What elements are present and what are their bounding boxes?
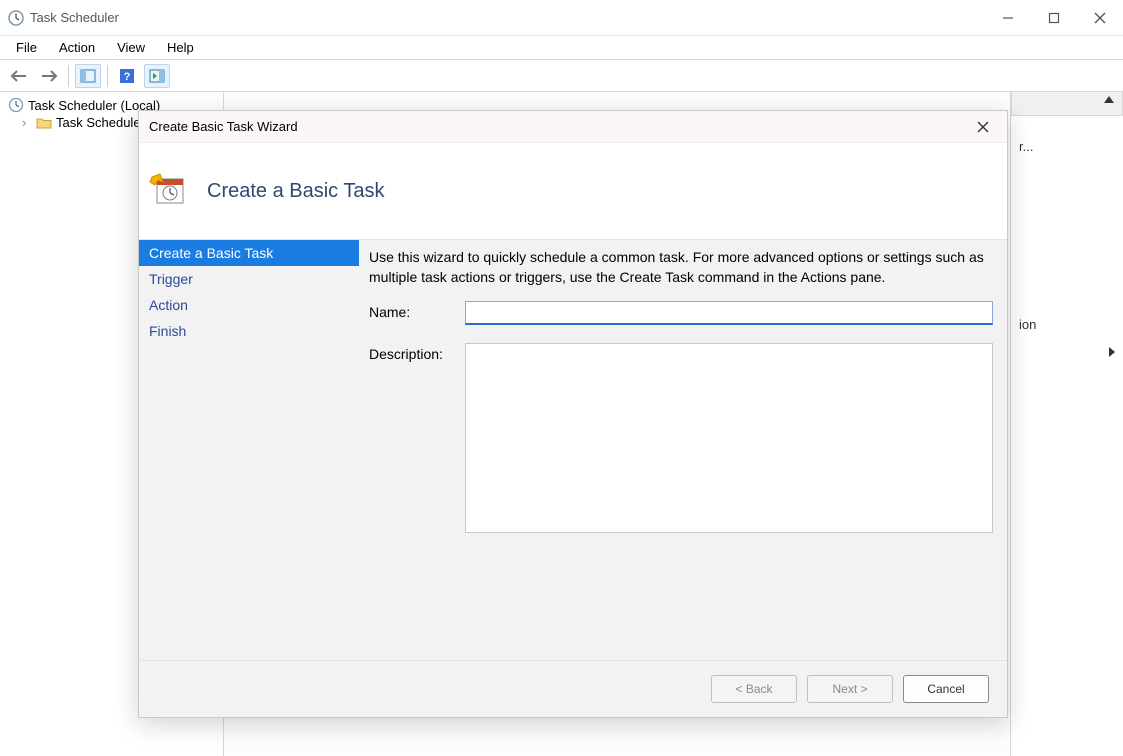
create-basic-task-wizard: Create Basic Task Wizard Create a Basic … <box>138 110 1008 718</box>
wizard-content: Use this wizard to quickly schedule a co… <box>359 240 1007 660</box>
wizard-body: Create a Basic Task Trigger Action Finis… <box>139 239 1007 661</box>
menu-bar: File Action View Help <box>0 36 1123 60</box>
wizard-intro-text: Use this wizard to quickly schedule a co… <box>369 248 993 287</box>
menu-view[interactable]: View <box>107 38 155 57</box>
wizard-header: Create a Basic Task <box>139 143 1007 239</box>
toolbar-separator <box>68 65 69 87</box>
wizard-footer: < Back Next > Cancel <box>139 661 1007 717</box>
svg-text:?: ? <box>124 71 131 83</box>
toggle-tree-button[interactable] <box>75 64 101 88</box>
toolbar: ? <box>0 60 1123 92</box>
actions-pane: r... ion <box>1011 92 1123 756</box>
wizard-close-button[interactable] <box>969 115 997 139</box>
scroll-up-icon[interactable] <box>1104 96 1114 103</box>
toolbar-separator <box>107 65 108 87</box>
wizard-title: Create Basic Task Wizard <box>149 119 298 134</box>
close-button[interactable] <box>1077 0 1123 36</box>
clock-icon <box>8 97 24 113</box>
step-create-basic-task[interactable]: Create a Basic Task <box>139 240 359 266</box>
actions-pane-header <box>1011 92 1123 116</box>
folder-icon <box>36 116 52 130</box>
step-trigger[interactable]: Trigger <box>139 266 359 292</box>
name-label: Name: <box>369 301 449 325</box>
cancel-button[interactable]: Cancel <box>903 675 989 703</box>
menu-help[interactable]: Help <box>157 38 204 57</box>
window-controls <box>985 0 1123 36</box>
wizard-icon <box>149 173 189 209</box>
menu-file[interactable]: File <box>6 38 47 57</box>
toggle-actions-button[interactable] <box>144 64 170 88</box>
task-name-input[interactable] <box>465 301 993 325</box>
help-button[interactable]: ? <box>114 64 140 88</box>
wizard-titlebar[interactable]: Create Basic Task Wizard <box>139 111 1007 143</box>
step-action[interactable]: Action <box>139 292 359 318</box>
actions-item[interactable]: r... <box>1019 132 1115 160</box>
actions-item[interactable]: ion <box>1019 310 1115 338</box>
task-description-input[interactable] <box>465 343 993 533</box>
chevron-right-icon <box>1109 347 1115 357</box>
chevron-right-icon: › <box>22 115 32 130</box>
wizard-heading: Create a Basic Task <box>207 180 385 203</box>
actions-item-expand[interactable] <box>1019 338 1115 366</box>
back-button[interactable]: < Back <box>711 675 797 703</box>
maximize-button[interactable] <box>1031 0 1077 36</box>
app-title: Task Scheduler <box>30 10 119 25</box>
app-icon <box>8 10 24 26</box>
minimize-button[interactable] <box>985 0 1031 36</box>
wizard-steps: Create a Basic Task Trigger Action Finis… <box>139 240 359 660</box>
app-titlebar: Task Scheduler <box>0 0 1123 36</box>
description-label: Description: <box>369 343 449 533</box>
menu-action[interactable]: Action <box>49 38 105 57</box>
nav-back-button[interactable] <box>6 64 32 88</box>
nav-forward-button[interactable] <box>36 64 62 88</box>
next-button[interactable]: Next > <box>807 675 893 703</box>
step-finish[interactable]: Finish <box>139 318 359 344</box>
